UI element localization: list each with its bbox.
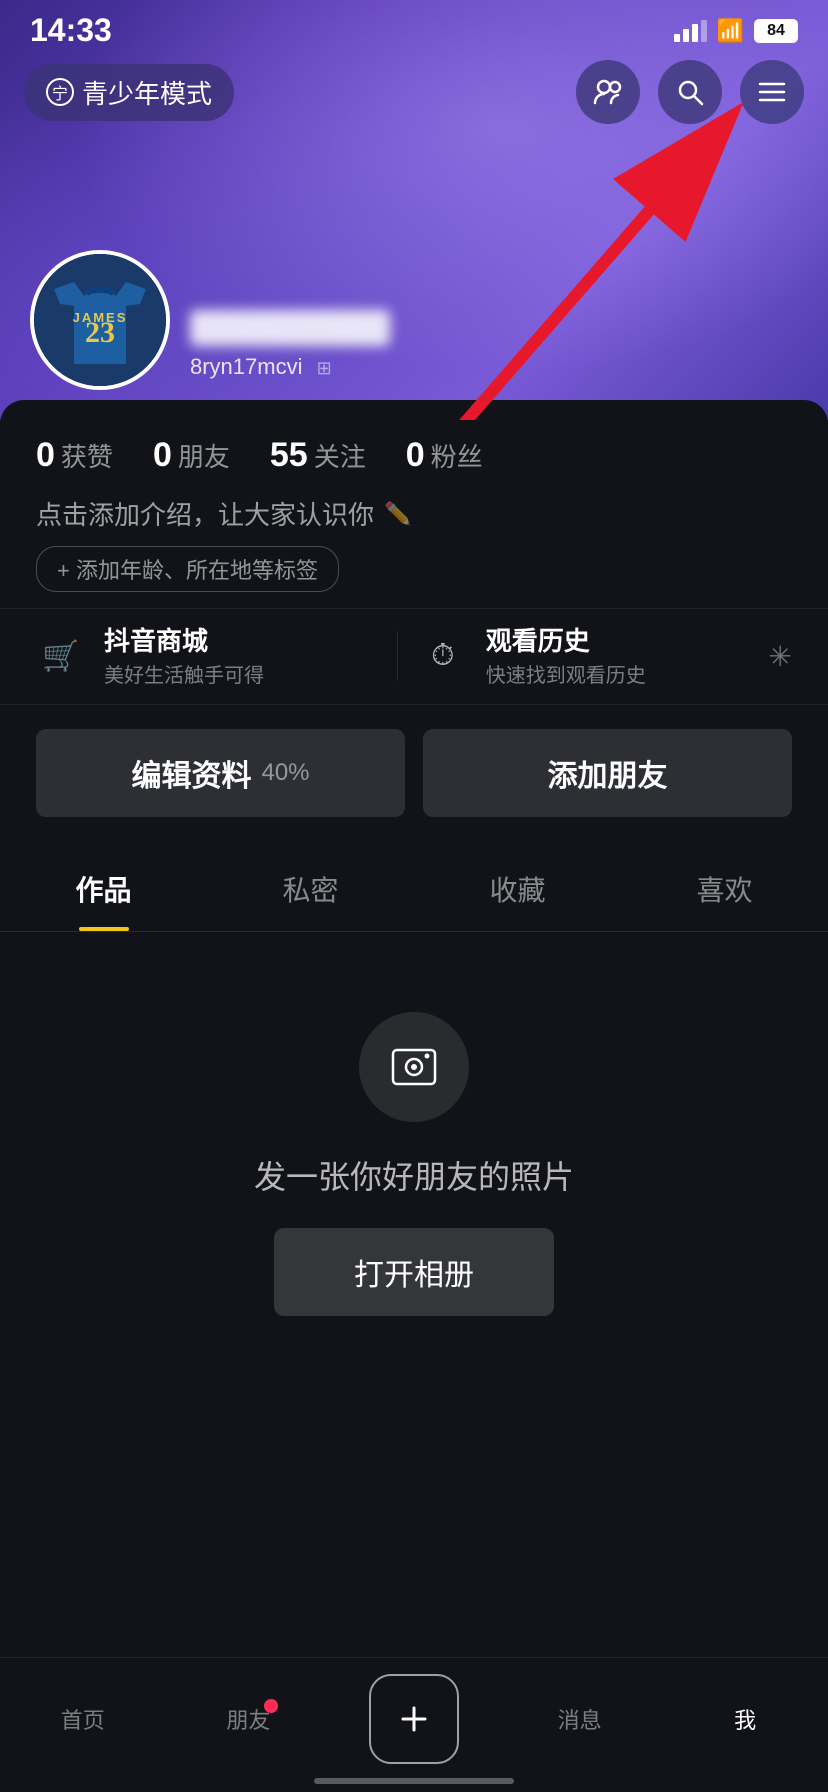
tab-works[interactable]: 作品 bbox=[0, 847, 207, 931]
status-time: 14:33 bbox=[30, 12, 112, 49]
profile-name-blurred bbox=[190, 310, 390, 346]
stat-following-num: 55 bbox=[270, 436, 308, 475]
stats-row: 0 获赞 0 朋友 55 关注 0 粉丝 bbox=[0, 400, 828, 495]
empty-icon bbox=[359, 1012, 469, 1122]
nav-create[interactable] bbox=[364, 1674, 464, 1764]
profile-name-area: 8ryn17mcvi ⊞ bbox=[190, 310, 390, 390]
action-buttons: 编辑资料 40% 添加朋友 bbox=[0, 729, 828, 847]
signal-icon bbox=[674, 20, 707, 42]
tag-add-button[interactable]: + 添加年龄、所在地等标签 bbox=[36, 546, 339, 592]
battery-indicator: 84 bbox=[754, 19, 798, 43]
quick-link-mall-text: 抖音商城 美好生活触手可得 bbox=[104, 625, 264, 688]
add-friend-button[interactable]: 添加朋友 bbox=[423, 729, 792, 817]
quick-links: 🛒 抖音商城 美好生活触手可得 ⏱ 观看历史 快速找到观看历史 ✳ bbox=[0, 608, 828, 705]
stat-followers-label: 粉丝 bbox=[431, 437, 483, 474]
stat-friends[interactable]: 0 朋友 bbox=[153, 436, 230, 475]
stat-following-label: 关注 bbox=[314, 437, 366, 474]
home-indicator bbox=[314, 1778, 514, 1784]
status-bar: 14:33 📶 84 bbox=[0, 0, 828, 57]
edit-pen-icon: ✏️ bbox=[384, 501, 411, 527]
nav-friends-label: 朋友 bbox=[226, 1703, 270, 1735]
stat-friends-label: 朋友 bbox=[178, 437, 230, 474]
empty-state: 发一张你好朋友的照片 打开相册 bbox=[0, 932, 828, 1376]
stat-likes[interactable]: 0 获赞 bbox=[36, 436, 113, 475]
nav-home-label: 首页 bbox=[61, 1703, 105, 1735]
stat-friends-num: 0 bbox=[153, 436, 172, 475]
more-icon[interactable]: ✳ bbox=[759, 640, 792, 673]
tab-liked[interactable]: 喜欢 bbox=[621, 847, 828, 931]
main-content: 0 获赞 0 朋友 55 关注 0 粉丝 点击添加介绍，让大家认识你 ✏️ + … bbox=[0, 400, 828, 1536]
mall-title: 抖音商城 bbox=[104, 625, 264, 659]
stat-followers-num: 0 bbox=[406, 436, 425, 475]
stat-followers[interactable]: 0 粉丝 bbox=[406, 436, 483, 475]
status-icons: 📶 84 bbox=[674, 18, 798, 44]
bio-text[interactable]: 点击添加介绍，让大家认识你 ✏️ bbox=[36, 495, 792, 532]
youth-mode-badge[interactable]: 宁 青少年模式 bbox=[24, 64, 234, 121]
quick-link-history-text: 观看历史 快速找到观看历史 bbox=[486, 625, 646, 688]
youth-mode-icon: 宁 bbox=[46, 78, 74, 106]
content-tabs: 作品 私密 收藏 喜欢 bbox=[0, 847, 828, 932]
history-title: 观看历史 bbox=[486, 625, 646, 659]
open-album-button[interactable]: 打开相册 bbox=[274, 1228, 554, 1316]
svg-text:JAMES: JAMES bbox=[73, 310, 128, 325]
stat-following[interactable]: 55 关注 bbox=[270, 436, 366, 475]
bottom-navigation: 首页 朋友 消息 我 bbox=[0, 1657, 828, 1792]
create-button[interactable] bbox=[369, 1674, 459, 1764]
tab-favorites[interactable]: 收藏 bbox=[414, 847, 621, 931]
nav-messages-label: 消息 bbox=[558, 1703, 602, 1735]
hero-cover: 宁 青少年模式 bbox=[0, 0, 828, 420]
nav-me[interactable]: 我 bbox=[695, 1703, 795, 1735]
nav-me-label: 我 bbox=[734, 1703, 756, 1735]
menu-button[interactable] bbox=[740, 60, 804, 124]
nav-home[interactable]: 首页 bbox=[33, 1703, 133, 1735]
wifi-icon: 📶 bbox=[717, 18, 744, 44]
empty-text: 发一张你好朋友的照片 bbox=[254, 1152, 574, 1198]
top-navigation: 宁 青少年模式 bbox=[0, 60, 828, 124]
mall-subtitle: 美好生活触手可得 bbox=[104, 659, 264, 688]
youth-mode-label: 青少年模式 bbox=[82, 74, 212, 111]
profile-id: 8ryn17mcvi ⊞ bbox=[190, 354, 390, 380]
history-icon: ⏱ bbox=[418, 631, 468, 681]
history-subtitle: 快速找到观看历史 bbox=[486, 659, 646, 688]
search-button[interactable] bbox=[658, 60, 722, 124]
cart-icon: 🛒 bbox=[36, 631, 86, 681]
stat-likes-label: 获赞 bbox=[61, 437, 113, 474]
edit-progress: 40% bbox=[261, 759, 309, 787]
stat-likes-num: 0 bbox=[36, 436, 55, 475]
bio-section: 点击添加介绍，让大家认识你 ✏️ + 添加年龄、所在地等标签 bbox=[0, 495, 828, 608]
quick-link-mall[interactable]: 🛒 抖音商城 美好生活触手可得 bbox=[36, 625, 377, 688]
divider bbox=[397, 631, 398, 681]
quick-link-history[interactable]: ⏱ 观看历史 快速找到观看历史 bbox=[418, 625, 759, 688]
friends-button[interactable] bbox=[576, 60, 640, 124]
profile-hero: 23 JAMES 8ryn17mcvi ⊞ bbox=[30, 250, 390, 390]
tab-private[interactable]: 私密 bbox=[207, 847, 414, 931]
avatar[interactable]: 23 JAMES bbox=[30, 250, 170, 390]
nav-friends[interactable]: 朋友 bbox=[198, 1703, 298, 1735]
avatar-image: 23 JAMES bbox=[34, 254, 166, 386]
edit-profile-button[interactable]: 编辑资料 40% bbox=[36, 729, 405, 817]
nav-messages[interactable]: 消息 bbox=[530, 1703, 630, 1735]
nav-right-buttons bbox=[576, 60, 804, 124]
